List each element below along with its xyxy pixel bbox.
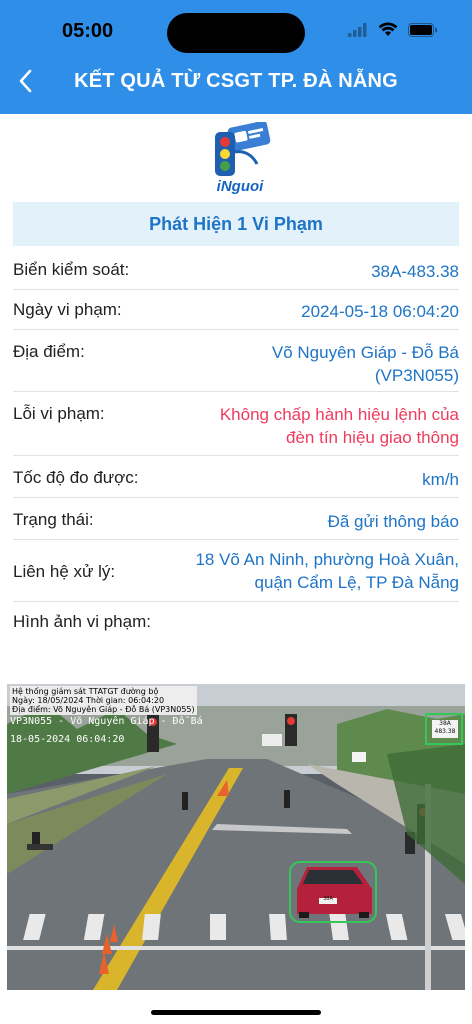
caption-line2: Ngày: 18/05/2024 Thời gian: 06:04:20 xyxy=(12,696,165,705)
location-line2: (VP3N055) xyxy=(374,366,459,385)
speed-value: km/h xyxy=(422,470,459,489)
location-value: Võ Nguyên Giáp - Đỗ Bá (VP3N055) xyxy=(272,341,459,387)
wifi-icon xyxy=(378,22,398,42)
image-row: Hình ảnh vi phạm: xyxy=(13,602,459,642)
cellular-signal-icon xyxy=(348,22,368,42)
speed-row: Tốc độ đo được: km/h xyxy=(13,456,459,498)
plate-row: Biển kiểm soát: 38A-483.38 xyxy=(13,248,459,290)
result-card: iNguoi Phát Hiện 1 Vi Phạm Biển kiểm soá… xyxy=(7,114,465,990)
plate-crop-bottom: 483.38 xyxy=(434,728,456,735)
date-value: 2024-05-18 06:04:20 xyxy=(301,302,459,321)
photo-caption: Hệ thống giám sát TTATGT đường bộ Ngày: … xyxy=(10,686,197,715)
header: 05:00 KẾT QUẢ TỪ CSGT TP. ĐÀ NẴNG xyxy=(0,0,472,114)
status-value: Đã gửi thông báo xyxy=(327,512,459,531)
battery-icon xyxy=(408,22,438,42)
status-time: 05:00 xyxy=(62,20,114,42)
violation-summary: Phát Hiện 1 Vi Phạm xyxy=(13,202,459,246)
traffic-scene xyxy=(7,684,465,990)
location-line1: Võ Nguyên Giáp - Đỗ Bá xyxy=(271,343,459,362)
plate-crop-top: 38A xyxy=(439,720,451,727)
page-title: KẾT QUẢ TỪ CSGT TP. ĐÀ NẴNG xyxy=(74,70,398,92)
status-icons xyxy=(348,22,438,42)
home-indicator xyxy=(151,1010,321,1015)
violation-label: Lỗi vi phạm: xyxy=(13,404,105,423)
status-label: Trạng thái: xyxy=(13,510,94,529)
image-label: Hình ảnh vi phạm: xyxy=(13,612,151,631)
contact-line2: quận Cẩm Lệ, TP Đà Nẵng xyxy=(254,573,459,592)
camera-id-overlay: VP3N055 - Võ Nguyên Giáp - Đỗ Bá xyxy=(10,716,203,727)
violation-line1: Không chấp hành hiệu lệnh của xyxy=(219,405,459,424)
plate-crop: 38A 483.38 xyxy=(431,720,459,736)
violation-photo[interactable]: Hệ thống giám sát TTATGT đường bộ Ngày: … xyxy=(7,684,465,990)
date-row: Ngày vi phạm: 2024-05-18 06:04:20 xyxy=(13,290,459,330)
car-plate: 38A xyxy=(323,896,333,902)
caption-line1: Hệ thống giám sát TTATGT đường bộ xyxy=(12,687,159,696)
logo-text: iNguoi xyxy=(216,178,264,195)
contact-line1: 18 Võ An Ninh, phường Hoà Xuân, xyxy=(195,550,459,569)
contact-value: 18 Võ An Ninh, phường Hoà Xuân, quận Cẩm… xyxy=(195,548,459,594)
speed-label: Tốc độ đo được: xyxy=(13,468,139,487)
contact-label: Liên hệ xử lý: xyxy=(13,562,116,581)
contact-row: Liên hệ xử lý: 18 Võ An Ninh, phường Hoà… xyxy=(13,540,459,602)
violation-line2: đèn tín hiệu giao thông xyxy=(286,428,459,447)
status-bar: 05:00 xyxy=(0,0,472,60)
violation-value: Không chấp hành hiệu lệnh của đèn tín hi… xyxy=(220,403,459,449)
camera-date-overlay: 18-05-2024 06:04:20 xyxy=(10,734,125,745)
dynamic-island xyxy=(167,13,305,53)
date-label: Ngày vi phạm: xyxy=(13,300,122,319)
location-label: Địa điểm: xyxy=(13,342,85,361)
plate-value: 38A-483.38 xyxy=(371,262,459,281)
location-row: Địa điểm: Võ Nguyên Giáp - Đỗ Bá (VP3N05… xyxy=(13,330,459,392)
status-row: Trạng thái: Đã gửi thông báo xyxy=(13,498,459,540)
violating-car xyxy=(297,867,372,918)
violation-row: Lỗi vi phạm: Không chấp hành hiệu lệnh c… xyxy=(13,392,459,456)
caption-line3: Địa điểm: Võ Nguyên Giáp - Đỗ Bá (VP3N05… xyxy=(12,705,195,714)
plate-label: Biển kiểm soát: xyxy=(13,260,130,279)
